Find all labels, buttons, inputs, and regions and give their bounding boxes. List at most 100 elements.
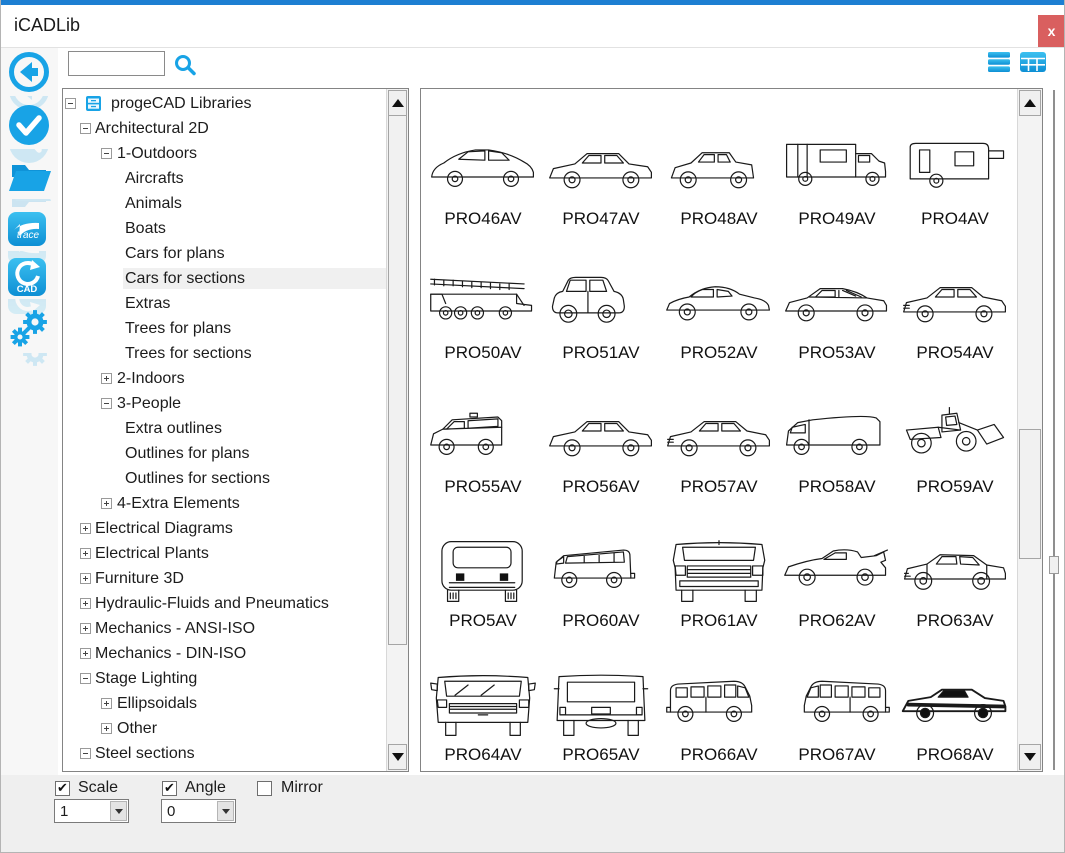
tree-item[interactable]: 2-Indoors xyxy=(63,366,387,391)
tree-item[interactable]: Steel sections xyxy=(63,741,387,766)
scale-dropdown-button[interactable] xyxy=(110,801,127,821)
grid-item[interactable]: PRO50AV xyxy=(424,231,542,365)
settings-gears-button[interactable] xyxy=(7,307,53,366)
grid-item[interactable]: PRO59AV xyxy=(896,365,1014,499)
expand-toggle-icon[interactable] xyxy=(101,698,112,709)
grid-item[interactable]: PRO52AV xyxy=(660,231,778,365)
tree-item[interactable]: Cars for sections xyxy=(63,266,387,291)
grid-item[interactable]: PRO65AV xyxy=(542,633,660,767)
expand-toggle-icon[interactable] xyxy=(101,498,112,509)
tree-item[interactable]: Electrical Diagrams xyxy=(63,516,387,541)
grid-item[interactable]: PRO53AV xyxy=(778,231,896,365)
grid-item[interactable]: PRO67AV xyxy=(778,633,896,767)
collapse-toggle-icon[interactable] xyxy=(101,398,112,409)
grid-scroll-up-button[interactable] xyxy=(1019,90,1041,116)
grid-item[interactable]: PRO56AV xyxy=(542,365,660,499)
confirm-button[interactable] xyxy=(7,103,53,163)
grid-item[interactable]: PRO4AV xyxy=(896,97,1014,231)
tree-item[interactable]: Hydraulic-Fluids and Pneumatics xyxy=(63,591,387,616)
tree-item[interactable]: Other xyxy=(63,716,387,741)
grid-item[interactable]: PRO49AV xyxy=(778,97,896,231)
expand-toggle-icon[interactable] xyxy=(80,648,91,659)
open-folder-button[interactable] xyxy=(7,157,53,207)
grid-item[interactable]: PRO60AV xyxy=(542,499,660,633)
grid-item[interactable]: PRO64AV xyxy=(424,633,542,767)
tree-item[interactable]: 3-People xyxy=(63,391,387,416)
angle-checkbox[interactable]: ✔ xyxy=(162,781,177,796)
collapse-toggle-icon[interactable] xyxy=(80,673,91,684)
collapse-toggle-icon[interactable] xyxy=(80,748,91,759)
grid-item[interactable]: PRO5AV xyxy=(424,499,542,633)
tree-item[interactable]: Outlines for sections xyxy=(63,466,387,491)
tree-item[interactable]: 4-Extra Elements xyxy=(63,491,387,516)
tree-item[interactable]: Electrical Plants xyxy=(63,541,387,566)
tree-scrollbar-thumb[interactable] xyxy=(388,115,407,645)
grid-item[interactable]: PRO58AV xyxy=(778,365,896,499)
tree-item[interactable]: Mechanics - DIN-ISO xyxy=(63,641,387,666)
list-view-button[interactable] xyxy=(986,50,1012,79)
grid-item[interactable]: PRO46AV xyxy=(424,97,542,231)
tree-item[interactable]: Extra outlines xyxy=(63,416,387,441)
tree-item[interactable]: Outlines for plans xyxy=(63,441,387,466)
expand-toggle-icon[interactable] xyxy=(80,573,91,584)
expand-toggle-icon[interactable] xyxy=(80,598,91,609)
tree-item[interactable]: Steel sections - EN xyxy=(63,766,387,771)
expand-toggle-icon[interactable] xyxy=(80,548,91,559)
mirror-checkbox[interactable] xyxy=(257,781,272,796)
grid-scroll-down-button[interactable] xyxy=(1019,744,1041,770)
expand-toggle-icon[interactable] xyxy=(80,523,91,534)
angle-dropdown-button[interactable] xyxy=(217,801,234,821)
titlebar[interactable]: iCADLib x xyxy=(0,5,1065,47)
cad-blocks-button[interactable]: CADCAD xyxy=(7,257,53,314)
tree-item[interactable]: Trees for plans xyxy=(63,316,387,341)
grid-item[interactable]: PRO66AV xyxy=(660,633,778,767)
tree-item[interactable]: Extras xyxy=(63,291,387,316)
scale-checkbox[interactable]: ✔ xyxy=(55,781,70,796)
tree-item[interactable]: Stage Lighting xyxy=(63,666,387,691)
tree-item[interactable]: Trees for sections xyxy=(63,341,387,366)
scale-combobox[interactable]: 1 xyxy=(54,799,129,823)
window-edge-slider-thumb[interactable] xyxy=(1049,556,1059,574)
tree-item[interactable]: Aircrafts xyxy=(63,166,387,191)
tree-item[interactable]: 1-Outdoors xyxy=(63,141,387,166)
tree-scroll-down-button[interactable] xyxy=(388,744,407,770)
grid-item[interactable]: PRO68AV xyxy=(896,633,1014,767)
collapse-toggle-icon[interactable] xyxy=(80,123,91,134)
grid-item[interactable]: PRO62AV xyxy=(778,499,896,633)
tree-item[interactable]: Ellipsoidals xyxy=(63,691,387,716)
tree-scroll-up-button[interactable] xyxy=(388,90,407,116)
grid-item[interactable]: PRO51AV xyxy=(542,231,660,365)
grid-scrollbar[interactable] xyxy=(1017,89,1042,771)
tree-item[interactable]: Furniture 3D xyxy=(63,566,387,591)
grid-item[interactable]: PRO55AV xyxy=(424,365,542,499)
grid-item[interactable]: PRO47AV xyxy=(542,97,660,231)
grid-item[interactable]: PRO57AV xyxy=(660,365,778,499)
expand-toggle-icon[interactable] xyxy=(101,723,112,734)
grid-scrollbar-thumb[interactable] xyxy=(1019,429,1041,559)
collapse-toggle-icon[interactable] xyxy=(65,98,76,109)
grid-item[interactable]: PRO61AV xyxy=(660,499,778,633)
trace-button[interactable]: tracetrace xyxy=(7,209,53,264)
thumbnails-view-button[interactable] xyxy=(1019,50,1047,79)
expand-toggle-icon[interactable] xyxy=(101,373,112,384)
grid-item[interactable]: PRO54AV xyxy=(896,231,1014,365)
tree-scrollbar[interactable] xyxy=(386,89,408,771)
tree-item[interactable]: Cars for plans xyxy=(63,241,387,266)
close-button[interactable]: x xyxy=(1038,15,1065,47)
grid-item[interactable]: PRO48AV xyxy=(660,97,778,231)
angle-combobox[interactable]: 0 xyxy=(161,799,236,823)
expand-toggle-icon[interactable] xyxy=(80,623,91,634)
tree-item[interactable]: Animals xyxy=(63,191,387,216)
grid-item[interactable]: PRO63AV xyxy=(896,499,1014,633)
grid-item-label: PRO49AV xyxy=(798,209,876,228)
search-input[interactable] xyxy=(68,51,165,76)
back-button[interactable] xyxy=(7,50,53,110)
collapse-toggle-icon[interactable] xyxy=(101,148,112,159)
grid-item-label: PRO54AV xyxy=(916,343,994,362)
tree-item[interactable]: Mechanics - ANSI-ISO xyxy=(63,616,387,641)
tree-item[interactable]: progeCAD Libraries xyxy=(63,91,387,116)
tree-item[interactable]: Architectural 2D xyxy=(63,116,387,141)
search-icon[interactable] xyxy=(173,53,197,77)
caravan-trailer-drawing xyxy=(899,133,1011,207)
tree-item[interactable]: Boats xyxy=(63,216,387,241)
